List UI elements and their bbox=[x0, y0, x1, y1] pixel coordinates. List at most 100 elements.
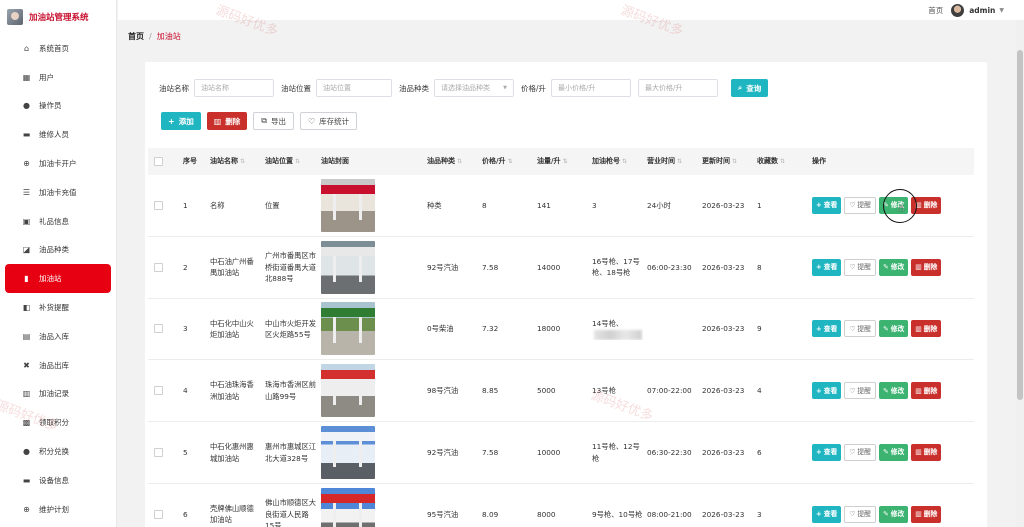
sort-icon: ⇅ bbox=[562, 158, 568, 166]
remind-button[interactable]: ♡ 提醒 bbox=[844, 505, 876, 523]
row-checkbox[interactable] bbox=[154, 386, 163, 396]
station-cover-image[interactable] bbox=[321, 364, 375, 418]
view-button[interactable]: + 查看 bbox=[812, 258, 842, 276]
sidebar-item-9[interactable]: ◧ 补货提醒 bbox=[5, 293, 111, 322]
row-guns: 3 bbox=[588, 200, 643, 211]
header-updated[interactable]: 更新时间 ⇅ bbox=[698, 156, 753, 167]
sidebar-item-12[interactable]: ▥ 加油记录 bbox=[5, 380, 111, 409]
select-all-checkbox[interactable] bbox=[154, 157, 163, 166]
row-checkbox[interactable] bbox=[154, 324, 163, 334]
sidebar-item-16[interactable]: ⊕ 维护计划 bbox=[5, 495, 111, 524]
row-price: 7.58 bbox=[482, 447, 499, 457]
sidebar-item-8[interactable]: ▮ 加油站 bbox=[5, 264, 111, 294]
pillar-shape bbox=[333, 441, 336, 468]
sidebar-item-5[interactable]: ☰ 加油卡充值 bbox=[5, 178, 111, 207]
remind-button[interactable]: ♡ 提醒 bbox=[844, 258, 876, 276]
oil-type-select[interactable]: 请选择油品种类 ▼ bbox=[434, 79, 514, 97]
sidebar-item-4[interactable]: ⊕ 加油卡开户 bbox=[5, 149, 111, 178]
sidebar-item-2[interactable]: ● 操作员 bbox=[5, 92, 111, 121]
row-type: 98号汽油 bbox=[427, 386, 459, 396]
add-button[interactable]: + 添加 bbox=[161, 112, 201, 130]
page-scrollbar[interactable] bbox=[1016, 20, 1024, 527]
pillar-shape bbox=[359, 441, 362, 468]
sidebar-item-11[interactable]: ✖ 油品出库 bbox=[5, 351, 111, 380]
delete-button[interactable]: ▥ 删除 bbox=[911, 320, 942, 338]
search-button[interactable]: ⌕ 查询 bbox=[731, 79, 769, 97]
row-checkbox[interactable] bbox=[154, 262, 163, 272]
header-hours[interactable]: 营业时间 ⇅ bbox=[643, 156, 698, 167]
breadcrumb-home[interactable]: 首页 bbox=[128, 32, 144, 41]
sidebar-item-15[interactable]: ▬ 设备信息 bbox=[5, 466, 111, 495]
station-name-input[interactable]: 油站名称 bbox=[194, 79, 274, 97]
sidebar-item-7[interactable]: ◪ 油品种类 bbox=[5, 236, 111, 265]
row-checkbox[interactable] bbox=[154, 509, 163, 519]
edit-button[interactable]: ✎ 修改 bbox=[878, 444, 909, 462]
view-button[interactable]: + 查看 bbox=[812, 505, 842, 523]
delete-button[interactable]: ▥ 删除 bbox=[911, 382, 942, 400]
header-favorites[interactable]: 收藏数 ⇅ bbox=[753, 156, 808, 167]
scrollbar-thumb[interactable] bbox=[1017, 50, 1023, 400]
header-guns[interactable]: 加油枪号 ⇅ bbox=[588, 156, 643, 167]
sidebar-item-1[interactable]: ▦ 用户 bbox=[5, 63, 111, 92]
min-price-input[interactable]: 最小价格/升 bbox=[551, 79, 632, 97]
sort-icon: ⇅ bbox=[677, 158, 683, 166]
station-cover-image[interactable] bbox=[321, 426, 375, 480]
remind-button[interactable]: ♡ 提醒 bbox=[844, 382, 876, 400]
oil-type-label: 油品种类 bbox=[399, 83, 429, 93]
row-actions: + 查看 ♡ 提醒 ✎ 修改 ▥ 删除 bbox=[808, 444, 958, 462]
header-qty[interactable]: 油量/升 ⇅ bbox=[533, 156, 588, 167]
view-button[interactable]: + 查看 bbox=[812, 382, 842, 400]
header-type[interactable]: 油品种类 ⇅ bbox=[423, 156, 478, 167]
price-label: 价格/升 bbox=[521, 83, 547, 93]
edit-button[interactable]: ✎ 修改 bbox=[878, 258, 909, 276]
batch-delete-button[interactable]: ▥ 删除 bbox=[206, 112, 248, 130]
remind-button[interactable]: ♡ 提醒 bbox=[844, 320, 876, 338]
delete-button[interactable]: ▥ 删除 bbox=[911, 505, 942, 523]
remind-button[interactable]: ♡ 提醒 bbox=[844, 444, 876, 462]
plus-icon: + bbox=[816, 324, 822, 333]
user-avatar[interactable] bbox=[951, 3, 965, 17]
station-location-input[interactable]: 油站位置 bbox=[316, 79, 392, 97]
brand: 加油站管理系统 bbox=[0, 0, 116, 34]
edit-button[interactable]: ✎ 修改 bbox=[878, 382, 909, 400]
row-checkbox[interactable] bbox=[154, 200, 163, 210]
row-cover-cell bbox=[317, 178, 423, 232]
stock-stats-button[interactable]: ♡ 库存统计 bbox=[299, 112, 358, 130]
view-button[interactable]: + 查看 bbox=[812, 320, 842, 338]
chevron-down-icon[interactable]: ▼ bbox=[999, 7, 1004, 14]
sidebar-item-3[interactable]: ▬ 维修人员 bbox=[5, 120, 111, 149]
sidebar-item-label: 加油站 bbox=[39, 274, 62, 284]
max-price-input[interactable]: 最大价格/升 bbox=[638, 79, 719, 97]
sidebar-item-10[interactable]: ▤ 油品入库 bbox=[5, 322, 111, 351]
station-cover-image[interactable] bbox=[321, 178, 375, 232]
remind-button[interactable]: ♡ 提醒 bbox=[844, 196, 876, 214]
sidebar-item-14[interactable]: ● 积分兑换 bbox=[5, 437, 111, 466]
row-guns: 11号枪、12号枪 bbox=[588, 441, 643, 464]
sidebar-item-0[interactable]: ⌂ 系统首页 bbox=[5, 34, 111, 63]
header-name[interactable]: 油站名称 ⇅ bbox=[206, 156, 261, 167]
sidebar-item-6[interactable]: ▣ 礼品信息 bbox=[5, 207, 111, 236]
edit-button[interactable]: ✎ 修改 bbox=[878, 320, 909, 338]
header-price[interactable]: 价格/升 ⇅ bbox=[478, 156, 533, 167]
user-name[interactable]: admin bbox=[969, 6, 995, 15]
export-button[interactable]: ⧉ 导出 bbox=[253, 112, 294, 130]
delete-button[interactable]: ▥ 删除 bbox=[911, 258, 942, 276]
add-button-label: 添加 bbox=[178, 116, 194, 126]
delete-label: 删除 bbox=[923, 201, 938, 210]
edit-button[interactable]: ✎ 修改 bbox=[878, 505, 909, 523]
view-button[interactable]: + 查看 bbox=[812, 444, 842, 462]
station-cover-image[interactable] bbox=[321, 302, 375, 356]
header-location[interactable]: 油站位置 ⇅ bbox=[261, 156, 317, 167]
row-qty: 5000 bbox=[537, 386, 556, 396]
sort-icon: ⇅ bbox=[780, 158, 786, 166]
row-price: 8 bbox=[482, 200, 487, 210]
top-home-link[interactable]: 首页 bbox=[928, 5, 943, 16]
row-updated: 2026-03-23 bbox=[702, 509, 745, 519]
delete-button[interactable]: ▥ 删除 bbox=[911, 196, 942, 214]
station-cover-image[interactable] bbox=[321, 487, 375, 527]
view-button[interactable]: + 查看 bbox=[812, 196, 842, 214]
delete-button[interactable]: ▥ 删除 bbox=[911, 444, 942, 462]
sidebar-item-13[interactable]: ▩ 领取积分 bbox=[5, 408, 111, 437]
row-checkbox[interactable] bbox=[154, 448, 163, 458]
station-cover-image[interactable] bbox=[321, 240, 375, 294]
